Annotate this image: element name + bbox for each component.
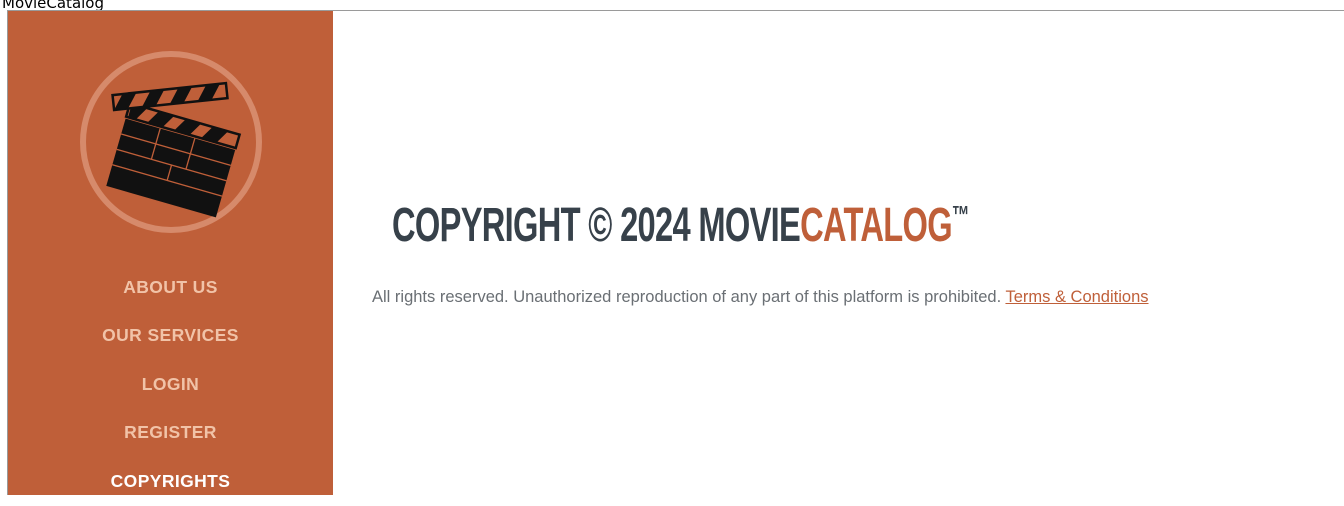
sidebar-item-login[interactable]: LOGIN — [8, 360, 333, 409]
rights-text: All rights reserved. Unauthorized reprod… — [372, 288, 1002, 306]
main-content: COPYRIGHT © 2024 MOVIECATALOG™ All right… — [333, 11, 1344, 495]
sidebar-item-our-services[interactable]: OUR SERVICES — [8, 312, 333, 361]
headline-prefix: COPYRIGHT © 2024 MOVIE — [392, 199, 801, 252]
sidebar-item-about-us[interactable]: ABOUT US — [8, 263, 333, 312]
sidebar-item-register[interactable]: REGISTER — [8, 409, 333, 458]
headline-accent: CATALOG — [800, 199, 952, 252]
sidebar-item-copyrights[interactable]: COPYRIGHTS — [8, 457, 333, 506]
terms-link[interactable]: Terms & Conditions — [1005, 288, 1148, 306]
page-title: COPYRIGHT © 2024 MOVIECATALOG™ — [392, 189, 970, 252]
sidebar: ABOUT US OUR SERVICES LOGIN REGISTER COP… — [8, 11, 333, 495]
trademark-symbol: ™ — [951, 200, 970, 230]
rights-statement: All rights reserved. Unauthorized reprod… — [372, 288, 1149, 307]
clapperboard-icon — [76, 47, 266, 237]
sidebar-nav: ABOUT US OUR SERVICES LOGIN REGISTER COP… — [8, 263, 333, 506]
